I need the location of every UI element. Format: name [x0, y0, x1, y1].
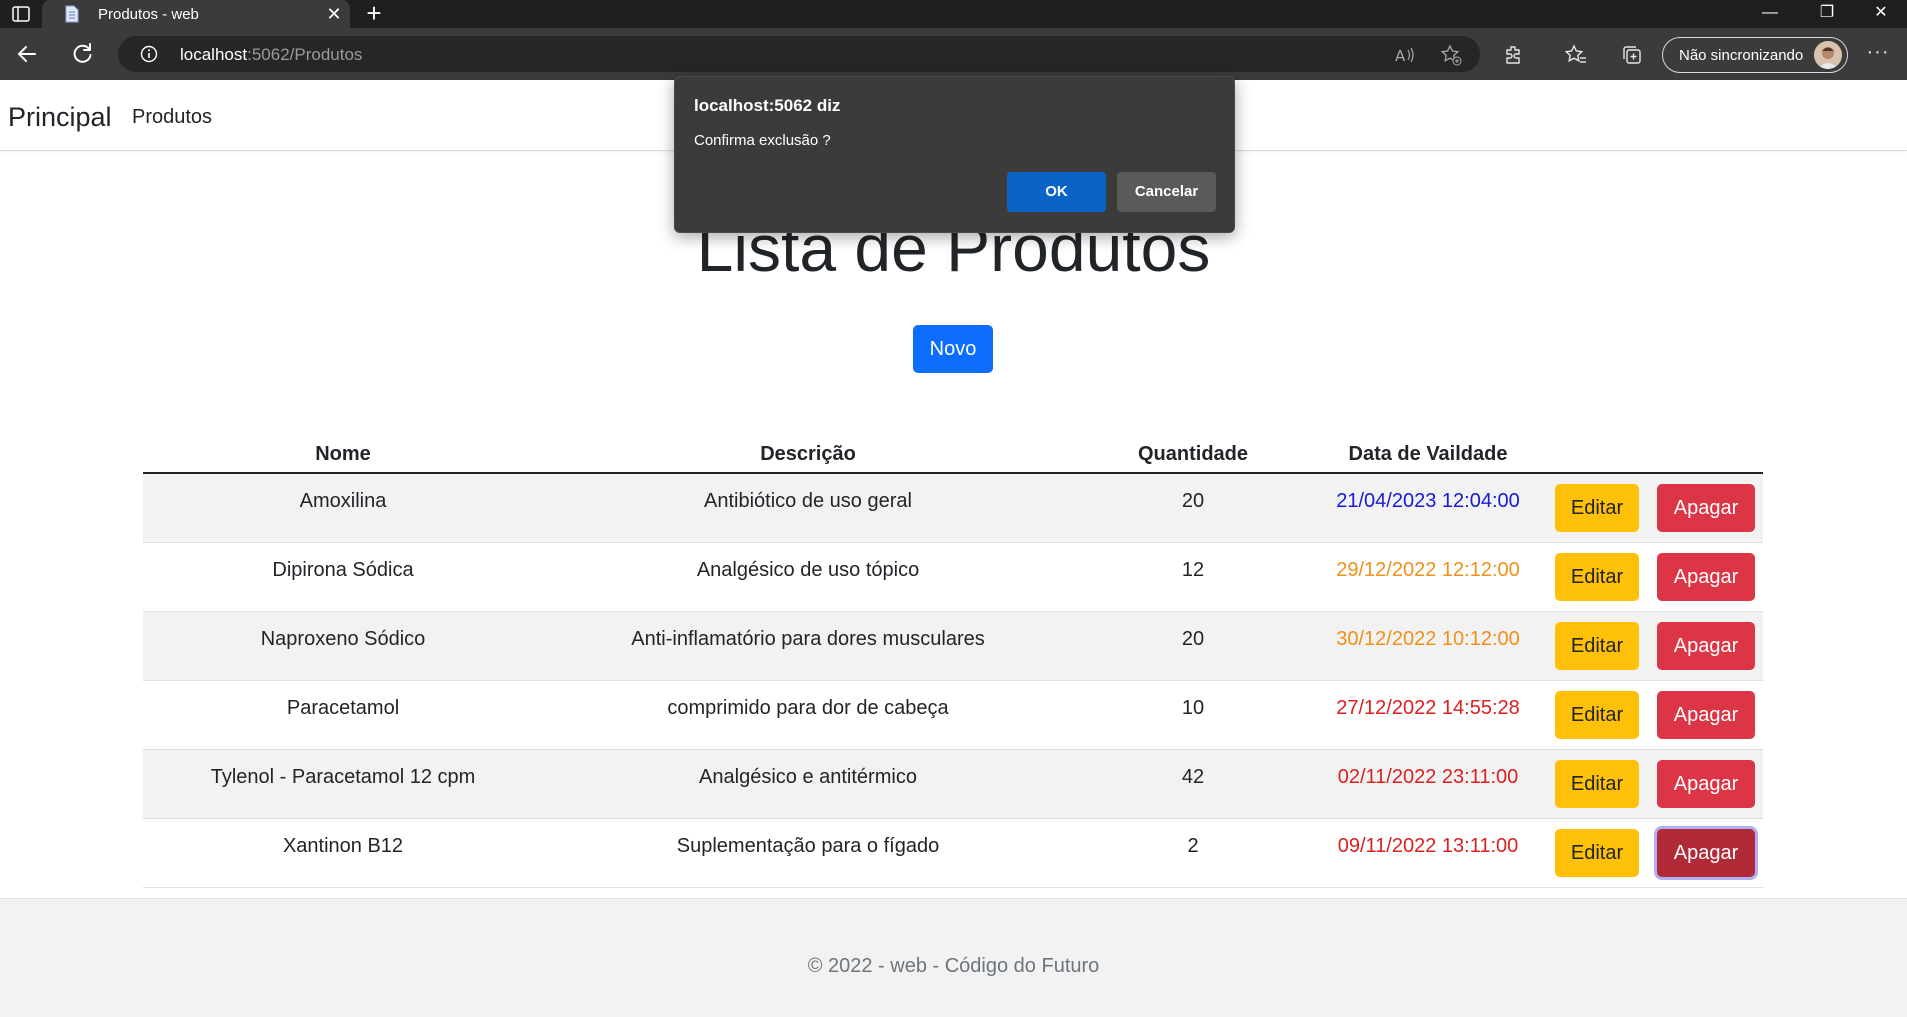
restore-icon[interactable]: ❐: [1802, 0, 1852, 28]
navbar-brand[interactable]: Principal: [8, 102, 112, 133]
url-host: localhost: [180, 45, 248, 64]
ok-button[interactable]: OK: [1007, 172, 1106, 212]
cell-descricao: Suplementação para o fígado: [676, 835, 940, 857]
sync-label: Não sincronizando: [1679, 47, 1804, 64]
cell-descricao: comprimido para dor de cabeça: [667, 697, 949, 719]
cell-nome: Dipirona Sódica: [272, 559, 414, 581]
cell-nome: Paracetamol: [286, 697, 400, 719]
nav-link-produtos[interactable]: Produtos: [132, 106, 212, 129]
cell-nome: Amoxilina: [299, 490, 387, 512]
cell-descricao: Analgésico e antitérmico: [699, 766, 917, 788]
products-table: Nome Descrição Quantidade Data de Vailda…: [143, 430, 1763, 888]
browser-tab[interactable]: Produtos - web ✕: [42, 0, 350, 28]
page-favicon-icon: [64, 5, 80, 23]
table-row: Xantinon B12 Suplementação para o fígado…: [143, 819, 1763, 888]
delete-button[interactable]: Apagar: [1657, 622, 1755, 670]
more-options-icon[interactable]: ···: [1864, 42, 1892, 66]
delete-button[interactable]: Apagar: [1657, 760, 1755, 808]
table-row: Paracetamol comprimido para dor de cabeç…: [143, 681, 1763, 750]
extensions-icon[interactable]: [1502, 43, 1526, 67]
collections-icon[interactable]: [1620, 43, 1644, 67]
minimize-icon[interactable]: —: [1745, 0, 1795, 28]
table-header: Nome Descrição Quantidade Data de Vailda…: [143, 430, 1763, 474]
cell-quantidade: 12: [1181, 559, 1205, 581]
cell-descricao: Analgésico de uso tópico: [696, 559, 920, 581]
read-aloud-icon[interactable]: A: [1394, 44, 1416, 66]
back-icon[interactable]: [13, 40, 41, 68]
avatar: [1814, 41, 1842, 69]
table-row: Dipirona Sódica Analgésico de uso tópico…: [143, 543, 1763, 612]
edit-button[interactable]: Editar: [1555, 760, 1639, 808]
tab-title: Produtos - web: [98, 6, 199, 23]
tab-actions-icon[interactable]: [10, 3, 32, 25]
new-product-button[interactable]: Novo: [913, 325, 993, 373]
dialog-message: Confirma exclusão ?: [694, 132, 831, 149]
cell-quantidade: 42: [1181, 766, 1205, 788]
header-nome: Nome: [315, 443, 371, 465]
add-favorite-icon[interactable]: [1440, 44, 1462, 66]
cell-data-validade: 21/04/2023 12:04:00: [1336, 490, 1520, 512]
delete-button[interactable]: Apagar: [1657, 553, 1755, 601]
cell-data-validade: 30/12/2022 10:12:00: [1336, 628, 1520, 650]
address-bar[interactable]: localhost:5062/Produtos A: [118, 36, 1480, 72]
browser-tab-bar: Produtos - web ✕ + — ❐ ✕: [0, 0, 1907, 28]
cell-quantidade: 10: [1181, 697, 1205, 719]
site-info-icon[interactable]: [140, 45, 158, 63]
address-toolbar: localhost:5062/Produtos A Não sincroniza…: [0, 28, 1907, 80]
favorites-icon[interactable]: [1564, 43, 1588, 67]
reload-icon[interactable]: [68, 40, 96, 68]
page-footer: © 2022 - web - Código do Futuro: [0, 898, 1907, 1017]
cell-data-validade: 29/12/2022 12:12:00: [1336, 559, 1520, 581]
tab-close-icon[interactable]: ✕: [324, 4, 344, 24]
cell-quantidade: 2: [1187, 835, 1199, 857]
delete-button[interactable]: Apagar: [1657, 691, 1755, 739]
edit-button[interactable]: Editar: [1555, 553, 1639, 601]
confirm-dialog: localhost:5062 diz Confirma exclusão ? O…: [674, 76, 1235, 233]
cancel-button[interactable]: Cancelar: [1117, 172, 1216, 212]
delete-button[interactable]: Apagar: [1657, 484, 1755, 532]
edit-button[interactable]: Editar: [1555, 622, 1639, 670]
cell-nome: Xantinon B12: [282, 835, 404, 857]
cell-quantidade: 20: [1181, 490, 1205, 512]
table-row: Naproxeno Sódico Anti-inflamatório para …: [143, 612, 1763, 681]
profile-sync-button[interactable]: Não sincronizando: [1662, 37, 1848, 73]
cell-data-validade: 02/11/2022 23:11:00: [1337, 766, 1519, 788]
edit-button[interactable]: Editar: [1555, 829, 1639, 877]
cell-data-validade: 27/12/2022 14:55:28: [1336, 697, 1520, 719]
header-descricao: Descrição: [760, 443, 856, 465]
delete-button[interactable]: Apagar: [1657, 829, 1755, 877]
svg-text:A: A: [1395, 47, 1406, 65]
window-close-icon[interactable]: ✕: [1856, 0, 1906, 28]
table-row: Amoxilina Antibiótico de uso geral 20 21…: [143, 474, 1763, 543]
cell-descricao: Antibiótico de uso geral: [704, 490, 912, 512]
header-quantidade: Quantidade: [1137, 443, 1248, 465]
edit-button[interactable]: Editar: [1555, 691, 1639, 739]
header-data-validade: Data de Vaildade: [1348, 443, 1508, 465]
cell-quantidade: 20: [1181, 628, 1205, 650]
url-path: :5062/Produtos: [247, 45, 363, 64]
url-text: localhost:5062/Produtos: [180, 45, 362, 65]
new-tab-icon[interactable]: +: [362, 0, 386, 26]
cell-nome: Naproxeno Sódico: [260, 628, 426, 650]
dialog-title: localhost:5062 diz: [694, 96, 841, 115]
cell-nome: Tylenol - Paracetamol 12 cpm: [210, 766, 476, 788]
cell-data-validade: 09/11/2022 13:11:00: [1337, 835, 1519, 857]
footer-text: © 2022 - web - Código do Futuro: [807, 955, 1100, 977]
edit-button[interactable]: Editar: [1555, 484, 1639, 532]
cell-descricao: Anti-inflamatório para dores musculares: [631, 628, 985, 650]
table-row: Tylenol - Paracetamol 12 cpm Analgésico …: [143, 750, 1763, 819]
